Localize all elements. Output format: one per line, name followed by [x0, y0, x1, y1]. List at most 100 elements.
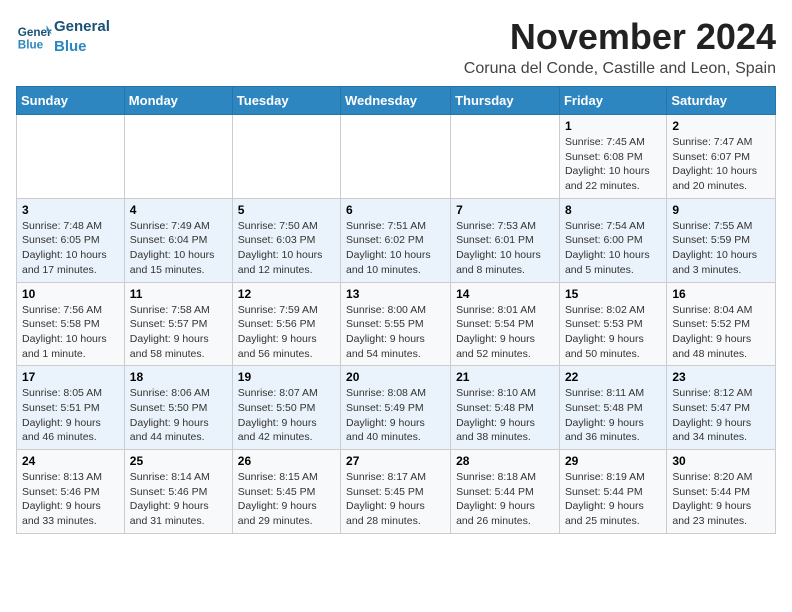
calendar-cell — [232, 115, 340, 199]
logo: General Blue General Blue — [16, 16, 110, 56]
day-detail: Sunrise: 8:11 AM Sunset: 5:48 PM Dayligh… — [565, 386, 661, 445]
day-detail: Sunrise: 7:55 AM Sunset: 5:59 PM Dayligh… — [672, 219, 770, 278]
day-detail: Sunrise: 8:20 AM Sunset: 5:44 PM Dayligh… — [672, 470, 770, 529]
day-number: 29 — [565, 454, 661, 468]
day-number: 30 — [672, 454, 770, 468]
day-number: 26 — [238, 454, 335, 468]
day-detail: Sunrise: 7:47 AM Sunset: 6:07 PM Dayligh… — [672, 135, 770, 194]
calendar-week-4: 17 Sunrise: 8:05 AM Sunset: 5:51 PM Dayli… — [17, 366, 776, 450]
day-detail: Sunrise: 7:56 AM Sunset: 5:58 PM Dayligh… — [22, 303, 119, 362]
day-number: 8 — [565, 203, 661, 217]
day-number: 14 — [456, 287, 554, 301]
calendar-cell: 1Sunrise: 7:45 AM Sunset: 6:08 PM Daylig… — [559, 115, 666, 199]
day-detail: Sunrise: 8:05 AM Sunset: 5:51 PM Dayligh… — [22, 386, 119, 445]
calendar-cell: 13Sunrise: 8:00 AM Sunset: 5:55 PM Dayli… — [341, 282, 451, 366]
calendar-cell: 16 Sunrise: 8:04 AM Sunset: 5:52 PM Dayli… — [667, 282, 776, 366]
calendar-header: SundayMondayTuesdayWednesdayThursdayFrid… — [17, 87, 776, 115]
day-detail: Sunrise: 8:08 AM Sunset: 5:49 PM Dayligh… — [346, 386, 445, 445]
calendar-week-3: 10 Sunrise: 7:56 AM Sunset: 5:58 PM Dayli… — [17, 282, 776, 366]
calendar-cell: 8Sunrise: 7:54 AM Sunset: 6:00 PM Daylig… — [559, 198, 666, 282]
calendar-cell: 24Sunrise: 8:13 AM Sunset: 5:46 PM Dayli… — [17, 450, 125, 534]
day-number: 13 — [346, 287, 445, 301]
calendar-cell: 2 Sunrise: 7:47 AM Sunset: 6:07 PM Daylig… — [667, 115, 776, 199]
day-detail: Sunrise: 8:15 AM Sunset: 5:45 PM Dayligh… — [238, 470, 335, 529]
day-detail: Sunrise: 8:02 AM Sunset: 5:53 PM Dayligh… — [565, 303, 661, 362]
day-detail: Sunrise: 7:51 AM Sunset: 6:02 PM Dayligh… — [346, 219, 445, 278]
day-number: 18 — [130, 370, 227, 384]
calendar-cell: 23 Sunrise: 8:12 AM Sunset: 5:47 PM Dayli… — [667, 366, 776, 450]
day-detail: Sunrise: 8:13 AM Sunset: 5:46 PM Dayligh… — [22, 470, 119, 529]
calendar-cell: 27 Sunrise: 8:17 AM Sunset: 5:45 PM Dayli… — [341, 450, 451, 534]
calendar-body: 1Sunrise: 7:45 AM Sunset: 6:08 PM Daylig… — [17, 115, 776, 534]
day-number: 12 — [238, 287, 335, 301]
weekday-header-tuesday: Tuesday — [232, 87, 340, 115]
day-detail: Sunrise: 8:19 AM Sunset: 5:44 PM Dayligh… — [565, 470, 661, 529]
calendar-cell: 30 Sunrise: 8:20 AM Sunset: 5:44 PM Dayli… — [667, 450, 776, 534]
calendar-cell: 29 Sunrise: 8:19 AM Sunset: 5:44 PM Dayli… — [559, 450, 666, 534]
calendar-cell: 22 Sunrise: 8:11 AM Sunset: 5:48 PM Dayli… — [559, 366, 666, 450]
day-number: 20 — [346, 370, 445, 384]
day-detail: Sunrise: 8:01 AM Sunset: 5:54 PM Dayligh… — [456, 303, 554, 362]
calendar-cell: 14 Sunrise: 8:01 AM Sunset: 5:54 PM Dayli… — [451, 282, 560, 366]
day-number: 22 — [565, 370, 661, 384]
calendar-table: SundayMondayTuesdayWednesdayThursdayFrid… — [16, 86, 776, 534]
logo-blue-text: Blue — [54, 38, 87, 55]
day-number: 4 — [130, 203, 227, 217]
calendar-cell: 7 Sunrise: 7:53 AM Sunset: 6:01 PM Daylig… — [451, 198, 560, 282]
calendar-cell: 19 Sunrise: 8:07 AM Sunset: 5:50 PM Dayli… — [232, 366, 340, 450]
svg-text:Blue: Blue — [18, 38, 44, 51]
weekday-header-thursday: Thursday — [451, 87, 560, 115]
calendar-cell: 28Sunrise: 8:18 AM Sunset: 5:44 PM Dayli… — [451, 450, 560, 534]
day-detail: Sunrise: 8:07 AM Sunset: 5:50 PM Dayligh… — [238, 386, 335, 445]
day-detail: Sunrise: 8:12 AM Sunset: 5:47 PM Dayligh… — [672, 386, 770, 445]
calendar-cell: 9Sunrise: 7:55 AM Sunset: 5:59 PM Daylig… — [667, 198, 776, 282]
day-detail: Sunrise: 8:06 AM Sunset: 5:50 PM Dayligh… — [130, 386, 227, 445]
day-detail: Sunrise: 8:04 AM Sunset: 5:52 PM Dayligh… — [672, 303, 770, 362]
calendar-cell: 15 Sunrise: 8:02 AM Sunset: 5:53 PM Dayli… — [559, 282, 666, 366]
day-number: 3 — [22, 203, 119, 217]
month-title: November 2024 — [464, 16, 776, 58]
calendar-cell: 21Sunrise: 8:10 AM Sunset: 5:48 PM Dayli… — [451, 366, 560, 450]
weekday-header-monday: Monday — [124, 87, 232, 115]
day-number: 7 — [456, 203, 554, 217]
weekday-header-saturday: Saturday — [667, 87, 776, 115]
day-number: 5 — [238, 203, 335, 217]
day-number: 21 — [456, 370, 554, 384]
day-number: 16 — [672, 287, 770, 301]
calendar-cell: 3 Sunrise: 7:48 AM Sunset: 6:05 PM Daylig… — [17, 198, 125, 282]
calendar-cell: 4 Sunrise: 7:49 AM Sunset: 6:04 PM Daylig… — [124, 198, 232, 282]
day-number: 19 — [238, 370, 335, 384]
weekday-header-friday: Friday — [559, 87, 666, 115]
day-number: 17 — [22, 370, 119, 384]
day-detail: Sunrise: 7:45 AM Sunset: 6:08 PM Dayligh… — [565, 135, 661, 194]
day-detail: Sunrise: 7:59 AM Sunset: 5:56 PM Dayligh… — [238, 303, 335, 362]
day-number: 23 — [672, 370, 770, 384]
calendar-cell: 12 Sunrise: 7:59 AM Sunset: 5:56 PM Dayli… — [232, 282, 340, 366]
calendar-cell: 18 Sunrise: 8:06 AM Sunset: 5:50 PM Dayli… — [124, 366, 232, 450]
calendar-cell: 6 Sunrise: 7:51 AM Sunset: 6:02 PM Daylig… — [341, 198, 451, 282]
calendar-week-2: 3 Sunrise: 7:48 AM Sunset: 6:05 PM Daylig… — [17, 198, 776, 282]
day-detail: Sunrise: 7:53 AM Sunset: 6:01 PM Dayligh… — [456, 219, 554, 278]
day-detail: Sunrise: 8:17 AM Sunset: 5:45 PM Dayligh… — [346, 470, 445, 529]
calendar-week-1: 1Sunrise: 7:45 AM Sunset: 6:08 PM Daylig… — [17, 115, 776, 199]
calendar-cell — [451, 115, 560, 199]
day-number: 2 — [672, 119, 770, 133]
title-block: November 2024 Coruna del Conde, Castille… — [464, 16, 776, 78]
day-number: 28 — [456, 454, 554, 468]
day-number: 11 — [130, 287, 227, 301]
day-number: 27 — [346, 454, 445, 468]
calendar-cell — [341, 115, 451, 199]
calendar-cell: 20 Sunrise: 8:08 AM Sunset: 5:49 PM Dayli… — [341, 366, 451, 450]
day-number: 10 — [22, 287, 119, 301]
day-detail: Sunrise: 7:50 AM Sunset: 6:03 PM Dayligh… — [238, 219, 335, 278]
calendar-cell: 10 Sunrise: 7:56 AM Sunset: 5:58 PM Dayli… — [17, 282, 125, 366]
calendar-cell: 5 Sunrise: 7:50 AM Sunset: 6:03 PM Daylig… — [232, 198, 340, 282]
location-title: Coruna del Conde, Castille and Leon, Spa… — [464, 60, 776, 78]
day-detail: Sunrise: 7:48 AM Sunset: 6:05 PM Dayligh… — [22, 219, 119, 278]
day-number: 6 — [346, 203, 445, 217]
weekday-header-row: SundayMondayTuesdayWednesdayThursdayFrid… — [17, 87, 776, 115]
calendar-cell: 17 Sunrise: 8:05 AM Sunset: 5:51 PM Dayli… — [17, 366, 125, 450]
day-detail: Sunrise: 7:49 AM Sunset: 6:04 PM Dayligh… — [130, 219, 227, 278]
day-number: 15 — [565, 287, 661, 301]
calendar-cell: 11Sunrise: 7:58 AM Sunset: 5:57 PM Dayli… — [124, 282, 232, 366]
